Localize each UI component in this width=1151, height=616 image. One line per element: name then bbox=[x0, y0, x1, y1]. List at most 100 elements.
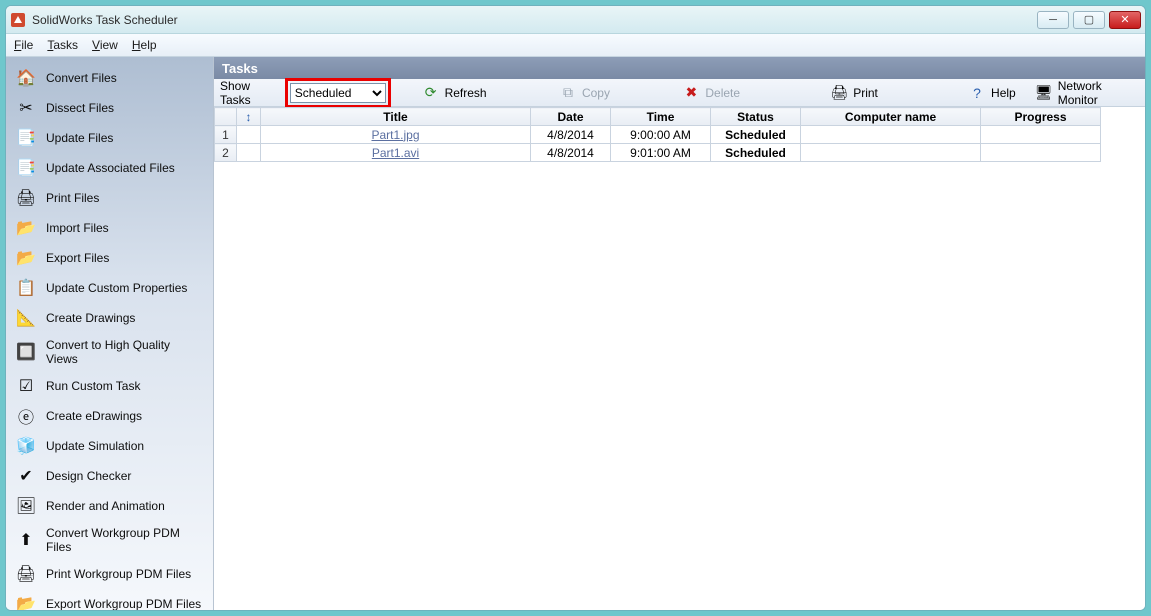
col-time[interactable]: Time bbox=[611, 108, 711, 126]
sidebar-item[interactable]: 📋Update Custom Properties bbox=[6, 273, 213, 303]
sidebar-item[interactable]: ✂ Dissect Files bbox=[6, 93, 213, 123]
sidebar-item-label: Create eDrawings bbox=[46, 409, 142, 423]
print-button[interactable]: 🖨 Print bbox=[825, 83, 884, 103]
sidebar-item-icon: ⓔ bbox=[16, 406, 36, 426]
sidebar-item[interactable]: ⓔ Create eDrawings bbox=[6, 401, 213, 431]
header-row: ↕ Title Date Time Status Computer name P… bbox=[215, 108, 1101, 126]
close-button[interactable]: ✕ bbox=[1109, 11, 1141, 29]
menu-view[interactable]: View bbox=[92, 38, 118, 52]
menu-file[interactable]: File bbox=[14, 38, 33, 52]
sidebar-item[interactable]: 📂Export Files bbox=[6, 243, 213, 273]
maximize-button[interactable]: ▢ bbox=[1073, 11, 1105, 29]
network-monitor-icon: 🖥 bbox=[1036, 85, 1052, 101]
sidebar: 🏠 Convert Files ✂ Dissect Files 📑Update File… bbox=[6, 57, 214, 610]
sidebar-item[interactable]: 🖨 Print Files bbox=[6, 183, 213, 213]
copy-icon: ⧉ bbox=[560, 85, 576, 101]
sidebar-item[interactable]: 📑Update Files bbox=[6, 123, 213, 153]
sidebar-item-icon: ✂ bbox=[16, 98, 36, 118]
sidebar-item-label: Print Files bbox=[46, 191, 99, 205]
sidebar-item[interactable]: 📂 Export Workgroup PDM Files bbox=[6, 589, 213, 610]
sidebar-item[interactable]: 🖨Print Workgroup PDM Files bbox=[6, 559, 213, 589]
cell-title: Part1.avi bbox=[261, 144, 531, 162]
sidebar-item-label: Import Files bbox=[46, 221, 109, 235]
sidebar-item[interactable]: ⬆ Convert Workgroup PDM Files bbox=[6, 521, 213, 559]
cell-progress bbox=[981, 126, 1101, 144]
col-progress[interactable]: Progress bbox=[981, 108, 1101, 126]
cell-computer bbox=[801, 144, 981, 162]
row-number: 1 bbox=[215, 126, 237, 144]
sidebar-item-icon: ☑ bbox=[16, 376, 36, 396]
titlebar[interactable]: SolidWorks Task Scheduler ─ ▢ ✕ bbox=[6, 6, 1145, 34]
col-sort[interactable]: ↕ bbox=[237, 108, 261, 126]
sidebar-item-label: Convert Files bbox=[46, 71, 117, 85]
tasks-grid[interactable]: ↕ Title Date Time Status Computer name P… bbox=[214, 107, 1145, 162]
cell-status: Scheduled bbox=[711, 144, 801, 162]
sidebar-item[interactable]: ☑ Run Custom Task bbox=[6, 371, 213, 401]
cell-time: 9:00:00 AM bbox=[611, 126, 711, 144]
app-icon bbox=[10, 12, 26, 28]
sidebar-item-icon: 📑 bbox=[16, 128, 36, 148]
col-date[interactable]: Date bbox=[531, 108, 611, 126]
task-title-link[interactable]: Part1.jpg bbox=[371, 128, 419, 142]
filter-highlight: Scheduled bbox=[285, 78, 391, 108]
sidebar-item-label: Export Workgroup PDM Files bbox=[46, 597, 201, 610]
sidebar-item[interactable]: 🏠 Convert Files bbox=[6, 63, 213, 93]
content-area: 🏠 Convert Files ✂ Dissect Files 📑Update File… bbox=[6, 57, 1145, 610]
sidebar-item-label: Print Workgroup PDM Files bbox=[46, 567, 191, 581]
sidebar-item-icon: ⬆ bbox=[16, 530, 36, 550]
sidebar-item-icon: 📂 bbox=[16, 594, 36, 610]
sidebar-item-label: Dissect Files bbox=[46, 101, 114, 115]
cell-date: 4/8/2014 bbox=[531, 126, 611, 144]
sidebar-item-label: Design Checker bbox=[46, 469, 131, 483]
print-icon: 🖨 bbox=[831, 85, 847, 101]
filter-dropdown[interactable]: Scheduled bbox=[290, 83, 386, 103]
copy-button[interactable]: ⧉ Copy bbox=[554, 83, 616, 103]
sidebar-item[interactable]: 📂Import Files bbox=[6, 213, 213, 243]
refresh-button[interactable]: ⟳ Refresh bbox=[417, 83, 493, 103]
task-title-link[interactable]: Part1.avi bbox=[372, 146, 419, 160]
sidebar-item-label: Convert Workgroup PDM Files bbox=[46, 526, 205, 554]
sidebar-item[interactable]: 📑 Update Associated Files bbox=[6, 153, 213, 183]
toolbar: Show Tasks Scheduled ⟳ Refresh ⧉ Copy bbox=[214, 79, 1145, 107]
sidebar-item[interactable]: 📐Create Drawings bbox=[6, 303, 213, 333]
sidebar-item[interactable]: 🔲Convert to High Quality Views bbox=[6, 333, 213, 371]
sidebar-item-icon: 🏠 bbox=[16, 68, 36, 88]
delete-button[interactable]: ✖ Delete bbox=[677, 83, 746, 103]
sidebar-item-label: Update Simulation bbox=[46, 439, 144, 453]
sidebar-item-icon: 🔲 bbox=[16, 342, 36, 362]
sidebar-item-icon: 🧊 bbox=[16, 436, 36, 456]
sidebar-item-icon: ✔ bbox=[16, 466, 36, 486]
cell-status: Scheduled bbox=[711, 126, 801, 144]
sidebar-item[interactable]: 🧊 Update Simulation bbox=[6, 431, 213, 461]
sidebar-item-icon: 🖨 bbox=[16, 188, 36, 208]
cell-date: 4/8/2014 bbox=[531, 144, 611, 162]
minimize-button[interactable]: ─ bbox=[1037, 11, 1069, 29]
help-button[interactable]: ? Help bbox=[963, 83, 1022, 103]
table-row[interactable]: 2Part1.avi4/8/20149:01:00 AMScheduled bbox=[215, 144, 1101, 162]
col-title[interactable]: Title bbox=[261, 108, 531, 126]
table-row[interactable]: 1 Part1.jpg 4/8/20149:00:00 AMScheduled bbox=[215, 126, 1101, 144]
col-computer[interactable]: Computer name bbox=[801, 108, 981, 126]
col-status[interactable]: Status bbox=[711, 108, 801, 126]
col-rownum[interactable] bbox=[215, 108, 237, 126]
sidebar-item-label: Export Files bbox=[46, 251, 109, 265]
menu-help[interactable]: Help bbox=[132, 38, 157, 52]
cell-sort bbox=[237, 126, 261, 144]
sort-icon: ↕ bbox=[246, 110, 252, 124]
help-icon: ? bbox=[969, 85, 985, 101]
sidebar-item-label: Run Custom Task bbox=[46, 379, 140, 393]
application-window: SolidWorks Task Scheduler ─ ▢ ✕ File Tas… bbox=[5, 5, 1146, 611]
delete-icon: ✖ bbox=[683, 85, 699, 101]
sidebar-item[interactable]: 🖼Render and Animation bbox=[6, 491, 213, 521]
menu-tasks[interactable]: Tasks bbox=[47, 38, 78, 52]
sidebar-item-icon: 📑 bbox=[16, 158, 36, 178]
menubar: File Tasks View Help bbox=[6, 34, 1145, 57]
sidebar-item-label: Create Drawings bbox=[46, 311, 135, 325]
network-monitor-button[interactable]: 🖥 Network Monitor bbox=[1030, 77, 1139, 109]
cell-sort bbox=[237, 144, 261, 162]
cell-title: Part1.jpg bbox=[261, 126, 531, 144]
window-controls: ─ ▢ ✕ bbox=[1037, 11, 1141, 29]
sidebar-item-label: Update Custom Properties bbox=[46, 281, 187, 295]
sidebar-item[interactable]: ✔ Design Checker bbox=[6, 461, 213, 491]
sidebar-item-label: Update Associated Files bbox=[46, 161, 175, 175]
